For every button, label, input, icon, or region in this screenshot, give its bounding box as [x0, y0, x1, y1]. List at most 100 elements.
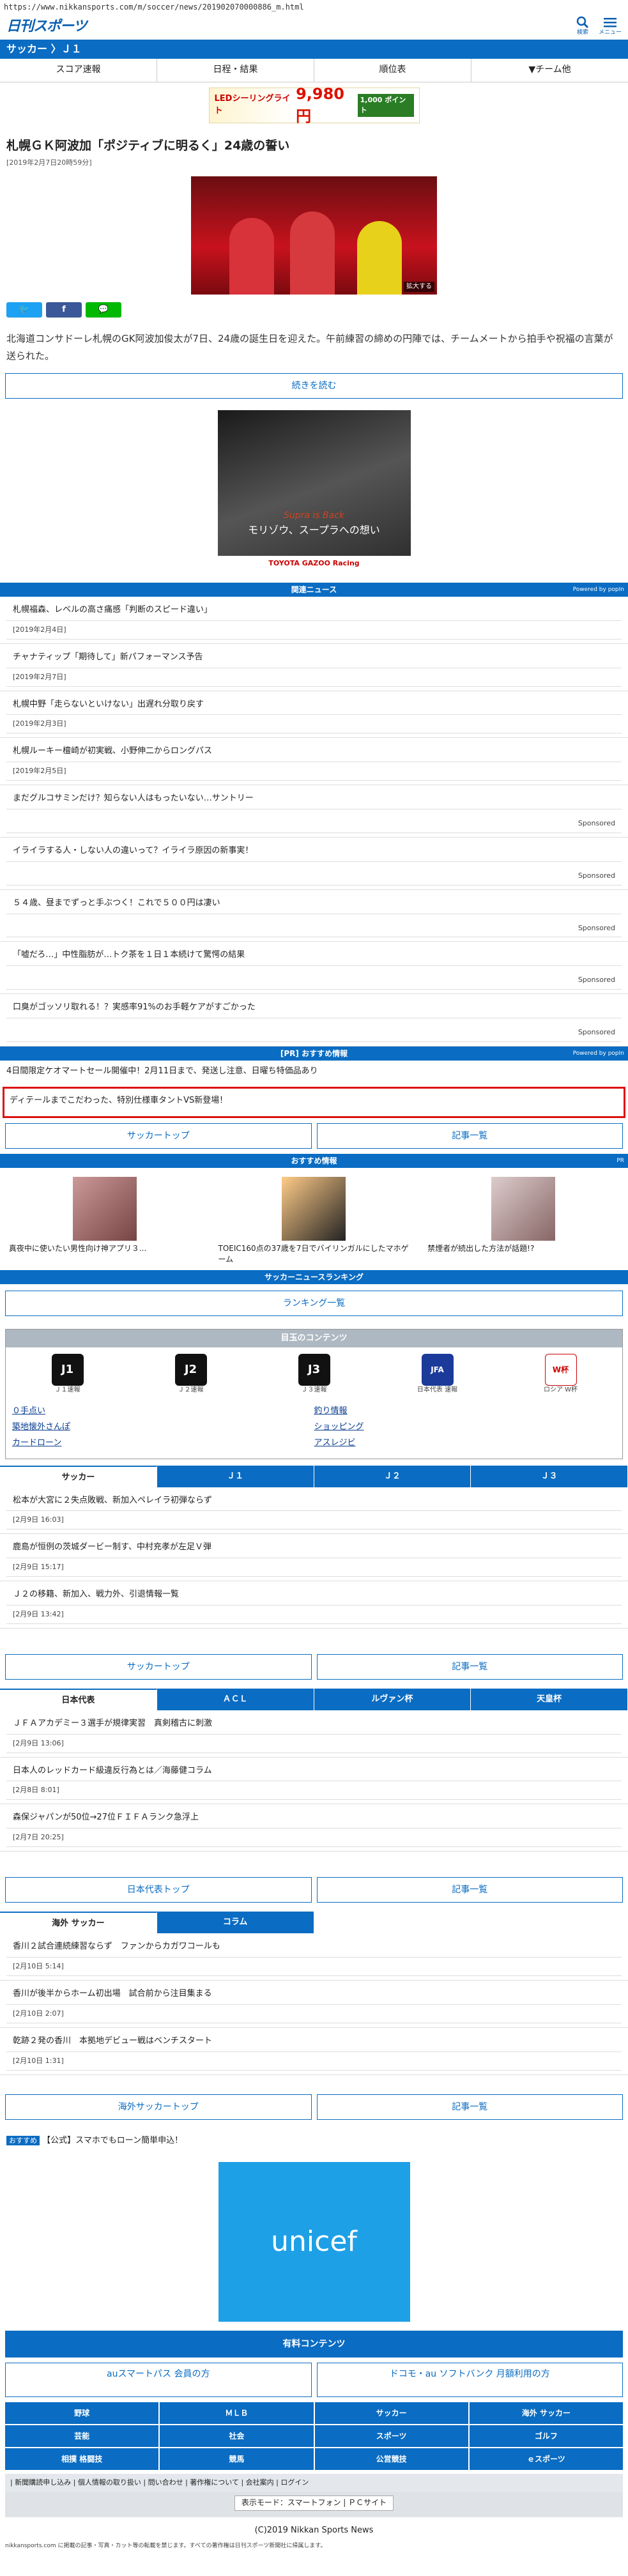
sponsored-item[interactable]: まだグルコサミンだけ？知らない人はもったいない…サントリー Sponsored [0, 785, 628, 838]
twitter-share-button[interactable]: 🐦 [6, 302, 42, 318]
j3-live-link[interactable]: J3 Ｊ３速報 [279, 1354, 349, 1395]
recommend-item[interactable]: 真夜中に使いたい男性向け神アプリ３... [9, 1176, 201, 1266]
nav-sports[interactable]: スポーツ [314, 2425, 468, 2448]
list-item[interactable]: チャナティップ「期待して」新パフォーマンス予告 [2019年2月7日] [0, 644, 628, 691]
carrier-billing-button[interactable]: ドコモ・au ソフトバンク 月額利用の方 [316, 2363, 623, 2398]
display-mode-switch[interactable]: 表示モード：スマートフォン | ＰＣサイト [234, 2496, 394, 2511]
japan-national-link[interactable]: JFA 日本代表 速報 [402, 1354, 473, 1395]
osusume-title: おすすめ情報 [291, 1156, 337, 1165]
featured-link[interactable]: ０手点い [12, 1406, 314, 1418]
au-smartpass-button[interactable]: auスマートパス 会員の方 [5, 2363, 312, 2398]
related-news-header: 関連ニュース Powered by popIn [0, 582, 628, 597]
j1-live-link[interactable]: J1 Ｊ１速報 [33, 1354, 103, 1395]
tab-emperor-cup[interactable]: 天皇杯 [471, 1688, 628, 1710]
list-item[interactable]: 森保ジャパンが50位→27位ＦＩＦＡランク急浮上 [2月7日 20:25] [0, 1804, 628, 1852]
tab-japan-national[interactable]: 日本代表 [0, 1688, 157, 1710]
j2-live-link[interactable]: J2 Ｊ２速報 [156, 1354, 226, 1395]
nav-overseas-soccer[interactable]: 海外 サッカー [469, 2402, 623, 2425]
site-logo[interactable]: 日刊スポーツ [6, 17, 88, 37]
j3-logo-icon: J3 [298, 1354, 330, 1386]
nav-public-racing[interactable]: 公営競技 [314, 2448, 468, 2471]
featured-link[interactable]: ショッピング [314, 1422, 617, 1434]
nav-esports[interactable]: ｅスポーツ [469, 2448, 623, 2471]
tab-soccer[interactable]: サッカー [0, 1465, 157, 1487]
featured-link[interactable]: 釣り情報 [314, 1406, 617, 1418]
sponsored-item[interactable]: ５４歳、昼までずっと手ぶつく！これで５００円は凄い Sponsored [0, 890, 628, 942]
subnav-schedule[interactable]: 日程・結果 [157, 59, 314, 82]
nav-soccer[interactable]: サッカー [314, 2402, 468, 2425]
recommend-item[interactable]: 禁煙者が続出した方法が話題!? [427, 1176, 619, 1266]
url-bar[interactable]: https://www.nikkansports.com/m/soccer/ne… [0, 0, 628, 14]
subnav-teams[interactable]: ▼チーム他 [471, 59, 628, 82]
list-item[interactable]: 乾跡２発の香川 本拠地デビュー戦はベンチスタート [2月10日 1:31] [0, 2028, 628, 2075]
tab-levain-cup[interactable]: ルヴァン杯 [314, 1688, 471, 1710]
sponsored-item[interactable]: イライラする人・しない人の違いって？イライラ原因の新事実！ Sponsored [0, 838, 628, 890]
line-share-button[interactable]: 💬 [86, 302, 121, 318]
soccer-top-button[interactable]: サッカートップ [5, 1653, 312, 1680]
overseas-top-button[interactable]: 海外サッカートップ [5, 2094, 312, 2120]
subnav-standings[interactable]: 順位表 [314, 59, 471, 82]
nav-horse-racing[interactable]: 競馬 [160, 2448, 314, 2471]
led-banner-ad[interactable]: LEDシーリングライト 9,980円 1,000 ポイント [208, 85, 420, 125]
pr-red-box[interactable]: ディテールまでこだわった、特別仕様車タントVS新登場！ [3, 1086, 625, 1118]
toyota-ad[interactable]: Supra is Back モリゾウ、スープラへの想い TOYOTA GAZOO… [217, 410, 411, 571]
list-item[interactable]: 札幌ルーキー檀崎が初実戦、小野伸二からロングパス [2019年2月5日] [0, 738, 628, 786]
breadcrumb[interactable]: サッカー 〉Ｊ１ [0, 40, 628, 59]
sponsored-item[interactable]: 「嘘だろ…」中性脂肪が…トク茶を１日１本続けて驚愕の結果 Sponsored [0, 942, 628, 995]
article-list-button[interactable]: 記事一覧 [316, 1877, 623, 1903]
unicef-ad[interactable]: unicef [218, 2162, 410, 2322]
sponsored-item[interactable]: 口臭がゴッソリ取れる！？実感率91%のお手軽ケアがすごかった Sponsored [0, 994, 628, 1047]
list-item[interactable]: 鹿島が恒例の茨城ダービー制す、中村充孝が左足Ｖ弾 [2月9日 15:17] [0, 1534, 628, 1582]
featured-link[interactable]: 築地懐外さんぽ [12, 1422, 314, 1434]
tab-acl[interactable]: ＡＣＬ [157, 1688, 314, 1710]
news-date: [2月10日 2:07] [6, 2005, 622, 2023]
menu-label: メニュー [598, 29, 622, 36]
featured-link[interactable]: アスレジビ [314, 1438, 617, 1450]
list-item[interactable]: 香川２試合連続練習ならず ファンからカガワコールも [2月10日 5:14] [0, 1933, 628, 1981]
tab-j2[interactable]: Ｊ２ [314, 1465, 471, 1487]
news-date: [2019年2月4日] [6, 621, 622, 640]
recommend-item[interactable]: TOEIC160点の37歳を7日でバイリンガルにしたマホゲーム [218, 1176, 410, 1266]
subnav-score[interactable]: スコア速報 [0, 59, 157, 82]
facebook-share-button[interactable]: f [46, 302, 82, 318]
ranking-header: サッカーニュースランキング [0, 1270, 628, 1285]
list-item[interactable]: 日本人のレッドカード級違反行為とは／海藤健コラム [2月8日 8:01] [0, 1758, 628, 1805]
list-item[interactable]: Ｊ２の移籍、新加入、戦力外、引退情報一覧 [2月9日 13:42] [0, 1581, 628, 1629]
read-more-button[interactable]: 続きを読む [5, 372, 623, 399]
article-lead: 北海道コンサドーレ札幌のGK阿波加俊太が7日、24歳の誕生日を迎えた。午前練習の… [6, 333, 613, 362]
nav-sumo[interactable]: 相撲 格闘技 [5, 2448, 159, 2471]
featured-link[interactable]: カードローン [12, 1438, 314, 1450]
tab-overseas[interactable]: 海外 サッカー [0, 1912, 157, 1934]
article-photo[interactable]: 拡大する [191, 176, 437, 295]
list-item[interactable]: 札幌中野「走らないといけない」出遅れ分取り戻す [2019年2月3日] [0, 691, 628, 739]
ranking-list-button[interactable]: ランキング一覧 [5, 1291, 623, 1317]
osusume-line[interactable]: おすすめ 【公式】スマホでもローン簡単申込！ [0, 2129, 628, 2154]
article-list-button[interactable]: 記事一覧 [316, 1123, 623, 1149]
zoom-button[interactable]: 拡大する [404, 281, 434, 293]
list-item[interactable]: 香川が後半からホーム初出場 試合前から注目集まる [2月10日 2:07] [0, 1981, 628, 2028]
article-list-button[interactable]: 記事一覧 [316, 2094, 623, 2120]
list-item[interactable]: 松本が大宮に２失点敗戦、新加入ペレイラ初弾ならず [2月9日 16:03] [0, 1487, 628, 1535]
news-date: [2月10日 1:31] [6, 2052, 622, 2071]
article-list-button[interactable]: 記事一覧 [316, 1653, 623, 1680]
list-item[interactable]: ＪＦＡアカデミー３選手が規律実習 真剣稽古に刺激 [2月9日 13:06] [0, 1710, 628, 1758]
tab-j1[interactable]: Ｊ１ [157, 1465, 314, 1487]
footer-links[interactable]: | 新聞購読申し込み | 個人情報の取り扱い | 問い合わせ | 著作権について… [5, 2474, 623, 2492]
pr-text[interactable]: 4日間限定ケオマートセール開催中！2月11日まで、発送し注意、日曜ち特価品あり [0, 1061, 628, 1083]
list-item[interactable]: 札幌福森、レベルの高さ痛感「判断のスピード違い」 [2019年2月4日] [0, 597, 628, 644]
nav-baseball[interactable]: 野球 [5, 2402, 159, 2425]
featured-contents: 目玉のコンテンツ J1 Ｊ１速報 J2 Ｊ２速報 J3 Ｊ３速報 JFA 日本代表 速報… [5, 1329, 623, 1459]
news-date: [2月9日 13:42] [6, 1606, 622, 1624]
nav-mlb[interactable]: ＭＬＢ [160, 2402, 314, 2425]
nav-golf[interactable]: ゴルフ [469, 2425, 623, 2448]
nav-society[interactable]: 社会 [160, 2425, 314, 2448]
tab-column[interactable]: コラム [157, 1912, 314, 1934]
tab-j3[interactable]: Ｊ３ [471, 1465, 628, 1487]
search-button[interactable]: 検索 [576, 16, 590, 37]
worldcup-link[interactable]: W杯 ロシア W杯 [526, 1354, 596, 1395]
nav-entertainment[interactable]: 芸能 [5, 2425, 159, 2448]
menu-button[interactable]: メニュー [599, 16, 622, 37]
jfa-logo-icon: JFA [421, 1354, 454, 1386]
japan-national-top-button[interactable]: 日本代表トップ [5, 1877, 312, 1903]
soccer-top-button[interactable]: サッカートップ [5, 1123, 312, 1149]
